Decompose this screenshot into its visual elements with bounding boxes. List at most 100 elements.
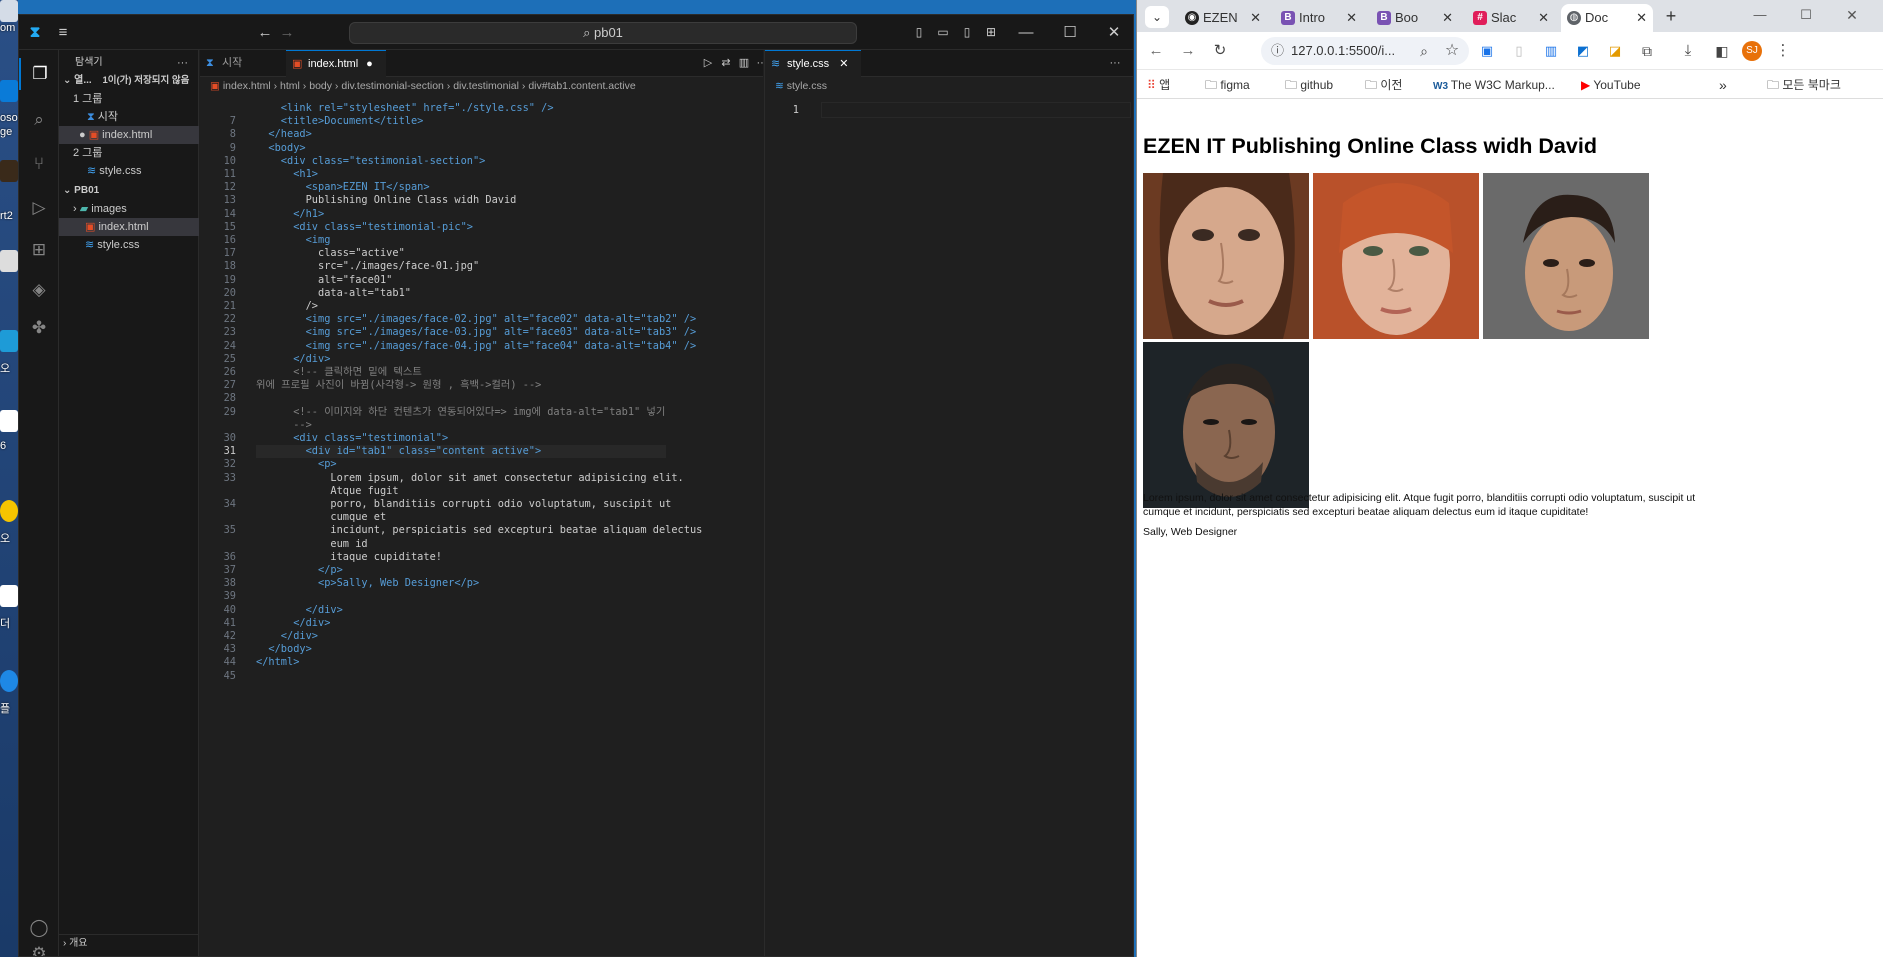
bookmark-w3c[interactable]: W3 The W3C Markup... [1433,71,1555,99]
compare-icon[interactable]: ⇄ [718,50,734,77]
minimize-icon[interactable]: — [1011,15,1041,50]
toggle-secondary-sidebar-icon[interactable]: ▯ [957,15,977,50]
command-center-search[interactable]: ⌕ pb01 [349,22,857,44]
extension-icon[interactable]: ◪ [1605,33,1625,69]
bookmark-apps[interactable]: ⠿ 앱 [1147,71,1170,99]
browser-tab[interactable]: B Intro ✕ [1275,4,1363,32]
face-photo-4[interactable] [1143,342,1309,508]
tree-file[interactable]: ≋ style.css [59,236,199,254]
back-arrow-icon[interactable]: ← [255,15,275,50]
breadcrumb-item[interactable]: html [280,80,300,92]
desktop-icon[interactable] [0,160,18,182]
side-panel-icon[interactable]: ◧ [1711,33,1733,69]
desktop-icon[interactable] [0,330,18,352]
remote-explorer-icon[interactable]: ✤ [19,312,59,344]
toggle-panel-icon[interactable]: ▭ [933,15,953,50]
browser-tab[interactable]: B Boo ✕ [1371,4,1459,32]
zoom-icon[interactable]: ⌕ [1413,33,1435,69]
extension-icon[interactable]: ▯ [1509,33,1529,69]
more-actions-icon[interactable]: ··· [1105,50,1125,77]
breadcrumb-item[interactable]: div.testimonial-section [341,80,444,92]
face-photo-3[interactable] [1483,173,1649,339]
close-icon[interactable]: ✕ [1837,0,1867,30]
toggle-primary-sidebar-icon[interactable]: ▯ [909,15,929,50]
all-bookmarks[interactable]: 🗀 모든 북마크 [1767,71,1841,99]
close-tab-icon[interactable]: ✕ [1538,4,1549,32]
address-bar[interactable]: ⓘ 127.0.0.1:5500/i... [1261,37,1469,65]
extension-icon[interactable]: ▥ [1541,33,1561,69]
tab-index-html[interactable]: ▣ index.html ● [286,50,386,77]
edge-icon[interactable] [0,80,18,102]
bookmark-folder[interactable]: 🗀 figma [1205,71,1250,99]
split-editor-icon[interactable]: ▥ [736,50,752,77]
extension-icon[interactable]: ◩ [1573,33,1593,69]
face-photo-1[interactable] [1143,173,1309,339]
tab-start[interactable]: ⧗ 시작 [200,50,284,77]
open-editors-header[interactable]: ⌄ 열... 1이(가) 저장되지 않음 [59,72,199,90]
open-editor-item[interactable]: ≋ style.css [59,162,199,180]
maximize-icon[interactable]: ☐ [1055,15,1085,50]
back-arrow-icon[interactable]: ← [1145,33,1167,69]
breadcrumb-item[interactable]: index.html [223,80,271,92]
site-info-icon[interactable]: ⓘ [1271,37,1284,65]
reload-icon[interactable]: ↻ [1209,33,1231,69]
maximize-icon[interactable]: ☐ [1791,0,1821,30]
close-tab-icon[interactable]: ✕ [1346,4,1357,32]
editor-group-2[interactable]: 2 그룹 [59,144,199,162]
figma-icon[interactable]: ◈ [19,274,59,306]
more-bookmarks-chevron[interactable]: » [1719,71,1727,99]
chrome-menu-icon[interactable]: ⋮ [1773,33,1793,69]
open-editor-item[interactable]: ● ▣ index.html [59,126,199,144]
outline-header[interactable]: › 개요 [59,934,199,952]
breadcrumb-item[interactable]: style.css [787,80,827,92]
close-icon[interactable]: ✕ [1099,15,1129,50]
open-editor-item[interactable]: ⧗ 시작 [59,108,199,126]
unsaved-dot-icon[interactable]: ● [366,58,373,70]
bookmark-folder[interactable]: 🗀 이전 [1365,71,1402,99]
folder-header[interactable]: ⌄ PB01 [59,182,199,200]
desktop-icon[interactable] [0,585,18,607]
desktop-icon[interactable] [0,670,18,692]
tree-file[interactable]: ▣ index.html [59,218,199,236]
extensions-puzzle-icon[interactable]: ⧉ [1637,33,1657,69]
extension-icon[interactable]: ▣ [1477,33,1497,69]
download-icon[interactable]: ⤓ [1677,33,1699,69]
tab-style-css[interactable]: ≋ style.css ✕ [765,50,861,77]
profile-avatar[interactable]: SJ [1742,41,1762,61]
source-control-icon[interactable]: ⑂ [19,148,59,180]
face-photo-2[interactable] [1313,173,1479,339]
tab-search-chevron-icon[interactable]: ⌄ [1145,6,1169,28]
close-tab-icon[interactable]: ✕ [1250,4,1261,32]
breadcrumb-item[interactable]: div.testimonial [453,80,519,92]
browser-tab[interactable]: # Slac ✕ [1467,4,1555,32]
close-tab-icon[interactable]: ✕ [1442,4,1453,32]
forward-arrow-icon[interactable]: → [277,15,297,50]
kakaotalk-icon[interactable] [0,500,18,522]
minimize-icon[interactable]: — [1745,0,1775,30]
breadcrumb-item[interactable]: div#tab1.content.active [528,80,635,92]
close-tab-icon[interactable]: ✕ [1636,4,1647,32]
editor-group-1[interactable]: 1 그룹 [59,90,199,108]
run-icon[interactable]: ▷ [700,50,716,77]
bookmark-star-icon[interactable]: ☆ [1441,33,1463,69]
forward-arrow-icon[interactable]: → [1177,33,1199,69]
tree-folder[interactable]: › ▰ images [59,200,199,218]
more-actions-icon[interactable]: ··· [177,54,197,72]
new-tab-icon[interactable]: + [1659,0,1683,32]
menu-icon[interactable]: ≡ [53,15,73,50]
browser-tab-active[interactable]: ◍ Doc ✕ [1561,4,1653,32]
bookmark-youtube[interactable]: ▶ YouTube [1581,71,1641,99]
search-icon[interactable]: ⌕ [19,104,59,136]
extensions-icon[interactable]: ⊞ [19,234,59,266]
bookmark-folder[interactable]: 🗀 github [1285,71,1333,99]
customize-layout-icon[interactable]: ⊞ [981,15,1001,50]
desktop-icon[interactable] [0,0,18,22]
desktop-icon[interactable] [0,410,18,432]
settings-gear-icon[interactable]: ⚙ [19,938,59,956]
breadcrumb-item[interactable]: body [309,80,332,92]
run-debug-icon[interactable]: ▷ [19,192,59,224]
explorer-icon[interactable]: ❐ [19,58,59,90]
close-tab-icon[interactable]: ✕ [839,58,848,70]
desktop-icon[interactable] [0,250,18,272]
browser-tab[interactable]: ◉ EZEN ✕ [1179,4,1267,32]
